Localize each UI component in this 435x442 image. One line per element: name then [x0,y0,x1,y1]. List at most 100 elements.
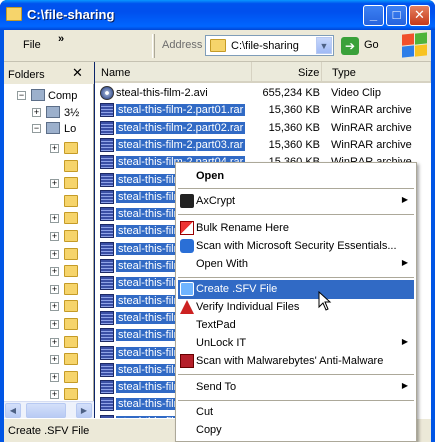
rar-icon [100,155,114,170]
tree-expander-icon[interactable]: − [17,91,26,100]
tree-expander-icon[interactable]: + [50,179,59,189]
toolbar: File » Address C:\file-sharing ▼ ➔ Go [4,30,431,62]
menu-item-unlock-it[interactable]: UnLock IT ▶ [178,334,414,353]
scroll-left-icon[interactable]: ◀ [5,403,21,418]
file-size: 15,360 KB [268,138,320,151]
menu-separator [178,374,414,375]
file-row[interactable]: steal-this-film-2.avi 655,234 KB Video Cli… [98,85,428,101]
scroll-right-icon[interactable]: ▶ [76,403,92,418]
close-button[interactable]: ✕ [409,5,430,26]
file-type: WinRAR archive [331,104,412,117]
tree-expander-icon[interactable]: + [50,267,59,277]
menu-item-label: UnLock IT [196,337,247,349]
menu-separator [178,400,414,401]
folders-header: Folders ✕ [4,62,94,84]
go-button[interactable]: Go [364,39,379,51]
folder-icon[interactable] [64,370,78,383]
close-icon[interactable]: ✕ [72,65,83,81]
minimize-button[interactable]: _ [363,5,384,26]
tree-expander-icon[interactable]: + [50,214,59,224]
tree-expander-icon[interactable]: + [50,372,59,382]
toolbar-grip[interactable] [152,34,155,58]
tree-expander-icon[interactable]: + [32,108,41,117]
tree-expander-icon[interactable]: + [50,320,59,329]
tree-expander-icon[interactable]: + [50,355,59,365]
folder-icon[interactable] [64,300,78,313]
submenu-arrow-icon: ▶ [401,337,408,346]
menu-item-bulk-rename[interactable]: Bulk Rename Here [178,219,414,238]
drive-icon [46,122,60,134]
folders-pane: Folders ✕ −Comp+3½−Lo++++++++++++++ ◀ ▶ [4,62,94,418]
menu-item-textpad[interactable]: TextPad [178,316,414,335]
folder-icon[interactable] [64,194,78,207]
menu-item-copy[interactable]: Copy [178,421,414,440]
file-size: 655,234 KB [262,87,321,99]
menu-item-send-to[interactable]: Send To ▶ [178,378,414,397]
rar-icon [100,224,114,239]
menu-item-label: Open [196,170,225,182]
go-arrow-icon[interactable]: ➔ [341,37,359,55]
rar-icon [100,120,114,135]
horizontal-scrollbar[interactable]: ◀ ▶ [4,401,94,418]
file-type: WinRAR archive [331,121,412,134]
tree-expander-icon[interactable]: + [50,232,59,241]
folder-icon[interactable] [64,230,78,242]
mouse-cursor-icon [318,291,332,311]
menu-separator [178,277,414,278]
folder-icon[interactable] [64,142,78,154]
file-row[interactable]: steal-this-film-2.part03.rar 15,360 KB Win… [98,137,428,153]
folder-icon[interactable] [64,159,78,172]
menu-item-verify-files[interactable]: Verify Individual Files [178,298,414,317]
rar-icon [100,345,114,360]
menu-item-label: Copy [196,424,222,436]
file-row[interactable]: steal-this-film-2.part02.rar 15,360 KB Win… [98,120,428,136]
folder-icon[interactable] [64,282,78,295]
menu-item-label: Verify Individual Files [196,301,300,313]
address-input[interactable]: C:\file-sharing ▼ [205,35,334,56]
menu-item-scan-mse[interactable]: Scan with Microsoft Security Essentials.… [178,237,414,256]
tree-expander-icon[interactable]: + [50,144,59,153]
video-icon [100,86,114,100]
address-label: Address [162,39,203,51]
chevron-down-icon[interactable]: ▼ [316,37,332,54]
tree-expander-icon[interactable]: − [32,124,41,133]
tree-expander-icon[interactable]: + [50,390,59,400]
menu-item-scan-malwarebytes[interactable]: Scan with Malwarebytes' Anti-Malware [178,352,414,371]
menu-item-label: Scan with Malwarebytes' Anti-Malware [196,355,384,367]
menu-item-axcrypt[interactable]: AxCrypt ▶ [178,192,414,211]
menu-item-cut[interactable]: Cut [178,403,414,422]
column-header-type[interactable]: Type [322,62,431,83]
folder-icon[interactable] [64,212,78,225]
file-row[interactable]: steal-this-film-2.part01.rar 15,360 KB Win… [98,102,428,118]
column-header-size[interactable]: Size [252,62,322,83]
tree-expander-icon[interactable]: + [50,249,59,259]
maximize-button[interactable]: □ [386,5,407,26]
menu-item-open-with[interactable]: Open With ▶ [178,255,414,274]
tree-expander-icon[interactable]: + [50,302,59,312]
tree-item-label[interactable]: Comp [48,90,77,102]
file-type: Video Clip [331,87,381,99]
folder-icon[interactable] [64,177,78,190]
folder-icon[interactable] [64,353,78,366]
folder-icon[interactable] [64,265,78,278]
tree-item-label[interactable]: Lo [64,123,76,135]
warning-icon [180,300,194,314]
menu-file[interactable]: File [23,39,41,51]
tree-expander-icon[interactable]: + [50,284,59,294]
tree-expander-icon[interactable]: + [50,337,59,347]
scroll-thumb[interactable] [26,403,66,418]
column-header-name[interactable]: Name [95,62,252,83]
folder-icon[interactable] [64,247,78,260]
folder-icon[interactable] [64,318,78,330]
menu-item-open[interactable]: Open [178,167,414,186]
folder-icon[interactable] [64,388,78,401]
file-size: 15,360 KB [268,104,320,117]
folder-icon[interactable] [64,335,78,348]
menu-item-label: Open With [196,258,248,270]
tree-item-label[interactable]: 3½ [64,107,79,119]
title-bar[interactable]: C:\file-sharing _ □ ✕ [0,0,435,30]
menu-item-create-sfv[interactable]: Create .SFV File [178,280,414,299]
rar-icon [100,380,114,395]
folder-icon [6,7,22,21]
menu-overflow-chevron[interactable]: » [58,33,64,45]
